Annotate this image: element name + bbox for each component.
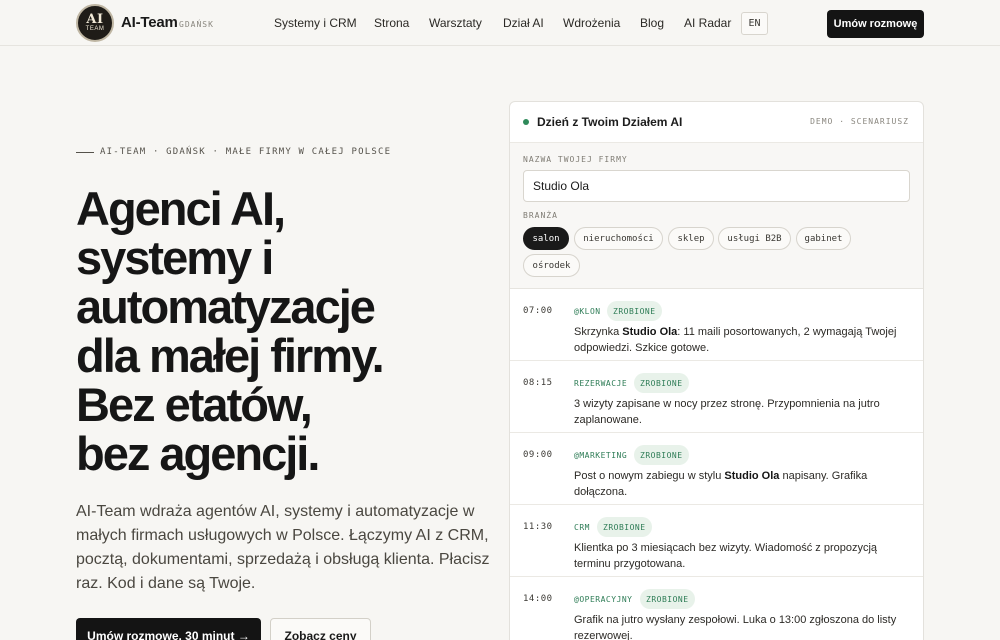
nav-item-ai-radar[interactable]: AI Radar bbox=[684, 16, 731, 30]
book-call-button[interactable]: Umów rozmowę bbox=[827, 10, 924, 38]
logo-mark-subtext: TEAM bbox=[85, 26, 105, 32]
entry-status-badge: ZROBIONE bbox=[634, 445, 689, 465]
headline-line: bez agencji. bbox=[76, 427, 320, 480]
demo-card-title: Dzień z Twoim Działem AI bbox=[537, 115, 683, 129]
industry-label: BRANŻA bbox=[523, 211, 558, 220]
headline-line: automatyzacje bbox=[76, 280, 376, 333]
headline-line: Agenci AI, bbox=[76, 182, 286, 235]
timeline-entry: 11:30 CRM ZROBIONE Klientka po 3 miesiąc… bbox=[510, 505, 923, 577]
eyebrow-text: AI-TEAM · GDAŃSK · MAŁE FIRMY W CAŁEJ PO… bbox=[100, 147, 392, 157]
entry-status-badge: ZROBIONE bbox=[640, 589, 695, 609]
entry-text: Post o nowym zabiegu w stylu bbox=[574, 470, 725, 482]
company-name-label: NAZWA TWOJEJ FIRMY bbox=[523, 155, 628, 164]
brand-location: GDAŃSK bbox=[179, 20, 214, 29]
entry-status-badge: ZROBIONE bbox=[607, 301, 662, 321]
entry-agent: @OPERACYJNY bbox=[574, 595, 633, 604]
entry-text: Klientka po 3 miesiącach bez wizyty. Wia… bbox=[574, 542, 878, 570]
headline-line: systemy i bbox=[76, 231, 274, 284]
entry-description: Skrzynka Studio Ola: 11 maili posortowan… bbox=[574, 324, 904, 356]
industry-chip-osrodek[interactable]: ośrodek bbox=[523, 254, 580, 277]
demo-card-meta: DEMO · SCENARIUSZ bbox=[810, 117, 909, 126]
nav-item-warsztaty[interactable]: Warsztaty bbox=[429, 16, 482, 30]
timeline-entry: 09:00 @MARKETING ZROBIONE Post o nowym z… bbox=[510, 433, 923, 505]
demo-card-header: Dzień z Twoim Działem AI DEMO · SCENARIU… bbox=[510, 102, 923, 143]
entry-time: 08:15 bbox=[523, 378, 553, 388]
brand-name[interactable]: AI-Team bbox=[121, 14, 178, 31]
industry-chip-nieruchomosci[interactable]: nieruchomości bbox=[574, 227, 663, 250]
nav-item-dzial-ai[interactable]: Dział AI bbox=[503, 16, 544, 30]
company-name-input[interactable]: Studio Ola bbox=[523, 170, 910, 202]
timeline-entry: 07:00 @KLON ZROBIONE Skrzynka Studio Ola… bbox=[510, 289, 923, 361]
entry-time: 11:30 bbox=[523, 522, 553, 532]
entry-time: 14:00 bbox=[523, 594, 553, 604]
logo-mark-text: AI bbox=[86, 12, 104, 27]
entry-agent: @KLON bbox=[574, 307, 601, 316]
entry-text: Skrzynka bbox=[574, 326, 623, 338]
language-switch-button[interactable]: EN bbox=[741, 12, 768, 35]
eyebrow-dash bbox=[76, 151, 94, 153]
entry-status-badge: ZROBIONE bbox=[597, 517, 652, 537]
hero-lead-text: AI-Team wdraża agentów AI, systemy i aut… bbox=[76, 503, 490, 592]
hero-headline: Agenci AI, systemy i automatyzacje dla m… bbox=[76, 184, 496, 478]
industry-chip-uslugi-b2b[interactable]: usługi B2B bbox=[718, 227, 791, 250]
entry-status-badge: ZROBIONE bbox=[634, 373, 689, 393]
entry-description: Grafik na jutro wysłany zespołowi. Luka … bbox=[574, 612, 904, 640]
status-dot-icon bbox=[523, 119, 529, 125]
demo-card: Dzień z Twoim Działem AI DEMO · SCENARIU… bbox=[509, 101, 924, 640]
headline-line: dla małej firmy. bbox=[76, 329, 385, 382]
nav-item-wdrozenia[interactable]: Wdrożenia bbox=[563, 16, 620, 30]
see-prices-button[interactable]: Zobacz ceny bbox=[270, 618, 371, 640]
entry-agent: REZERWACJE bbox=[574, 379, 628, 388]
timeline-entry: 14:00 @OPERACYJNY ZROBIONE Grafik na jut… bbox=[510, 577, 923, 640]
demo-form: NAZWA TWOJEJ FIRMY Studio Ola BRANŻA sal… bbox=[510, 143, 923, 289]
industry-chip-salon[interactable]: salon bbox=[523, 227, 569, 250]
nav-item-systemy-crm[interactable]: Systemy i CRM bbox=[274, 16, 357, 30]
nav-item-blog[interactable]: Blog bbox=[640, 16, 664, 30]
entry-description: Klientka po 3 miesiącach bez wizyty. Wia… bbox=[574, 540, 904, 572]
headline-line: Bez etatów, bbox=[76, 378, 313, 431]
timeline-entry: 08:15 REZERWACJE ZROBIONE 3 wizyty zapis… bbox=[510, 361, 923, 433]
entry-company-name: Studio Ola bbox=[622, 326, 678, 338]
industry-chip-sklep[interactable]: sklep bbox=[668, 227, 714, 250]
nav-item-strona[interactable]: Strona bbox=[374, 16, 409, 30]
entry-agent: @MARKETING bbox=[574, 451, 628, 460]
entry-time: 09:00 bbox=[523, 450, 553, 460]
entry-description: 3 wizyty zapisane w nocy przez stronę. P… bbox=[574, 396, 904, 428]
entry-company-name: Studio Ola bbox=[724, 470, 780, 482]
entry-text: Grafik na jutro wysłany zespołowi. Luka … bbox=[574, 614, 897, 640]
logo-icon[interactable]: AI TEAM bbox=[76, 4, 114, 42]
site-header: AI TEAM AI-Team GDAŃSK Systemy i CRM Str… bbox=[0, 0, 1000, 46]
book-call-30min-button[interactable]: Umów rozmowę, 30 minut → bbox=[76, 618, 261, 640]
entry-text: 3 wizyty zapisane w nocy przez stronę. P… bbox=[574, 398, 880, 426]
hero-eyebrow: AI-TEAM · GDAŃSK · MAŁE FIRMY W CAŁEJ PO… bbox=[76, 147, 391, 157]
entry-description: Post o nowym zabiegu w stylu Studio Ola … bbox=[574, 468, 904, 500]
entry-time: 07:00 bbox=[523, 306, 553, 316]
industry-chip-gabinet[interactable]: gabinet bbox=[796, 227, 851, 250]
entry-agent: CRM bbox=[574, 523, 590, 532]
